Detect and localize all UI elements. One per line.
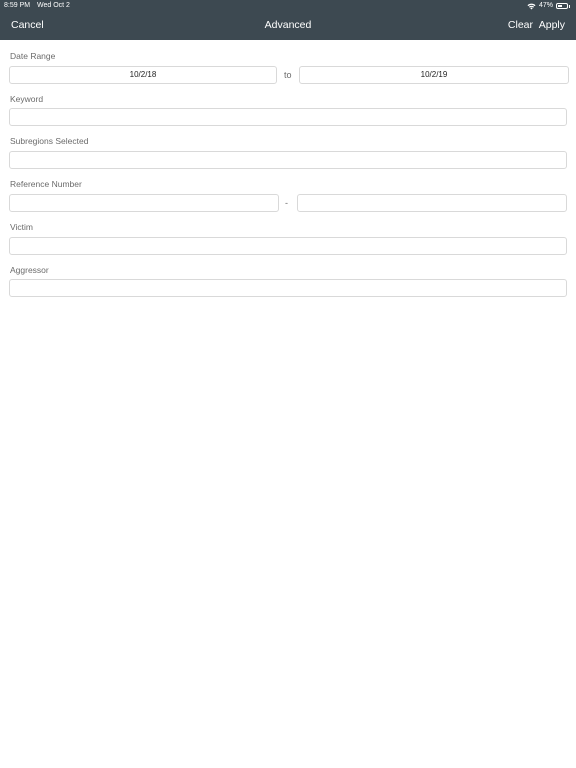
reference-number-label: Reference Number	[10, 179, 82, 189]
battery-tip	[569, 4, 570, 8]
subregions-label: Subregions Selected	[10, 136, 89, 146]
status-right: 47%	[527, 0, 570, 12]
date-range-label: Date Range	[10, 51, 56, 61]
subregions-field[interactable]	[9, 151, 567, 169]
status-date: Wed Oct 2	[37, 2, 70, 9]
battery-percent: 47%	[538, 2, 553, 9]
date-range-separator: to	[284, 70, 292, 80]
victim-label: Victim	[10, 222, 33, 232]
reference-to-field[interactable]	[297, 194, 567, 212]
top-bar: 8:59 PM Wed Oct 2 47% Cancel Advanced Cl…	[0, 0, 576, 40]
aggressor-label: Aggressor	[10, 265, 49, 275]
keyword-label: Keyword	[10, 94, 44, 104]
aggressor-field[interactable]	[9, 279, 567, 297]
wifi-icon	[527, 3, 536, 9]
reference-separator: -	[285, 198, 288, 208]
status-bar: 8:59 PM Wed Oct 2 47%	[0, 0, 576, 12]
victim-field[interactable]	[9, 237, 567, 255]
date-from-field[interactable]: 10/2/18	[9, 66, 277, 84]
status-time: 8:59 PM	[4, 2, 31, 9]
page-title: Advanced	[264, 19, 312, 31]
battery-fill	[558, 5, 562, 7]
battery-icon	[556, 3, 568, 9]
date-to-field[interactable]: 10/2/19	[299, 66, 569, 84]
reference-from-field[interactable]	[9, 194, 279, 212]
apply-button[interactable]: Apply	[539, 19, 565, 31]
clear-button[interactable]: Clear	[508, 19, 533, 31]
keyword-field[interactable]	[9, 108, 567, 126]
navigation-bar: Cancel Advanced Clear Apply	[0, 12, 576, 40]
